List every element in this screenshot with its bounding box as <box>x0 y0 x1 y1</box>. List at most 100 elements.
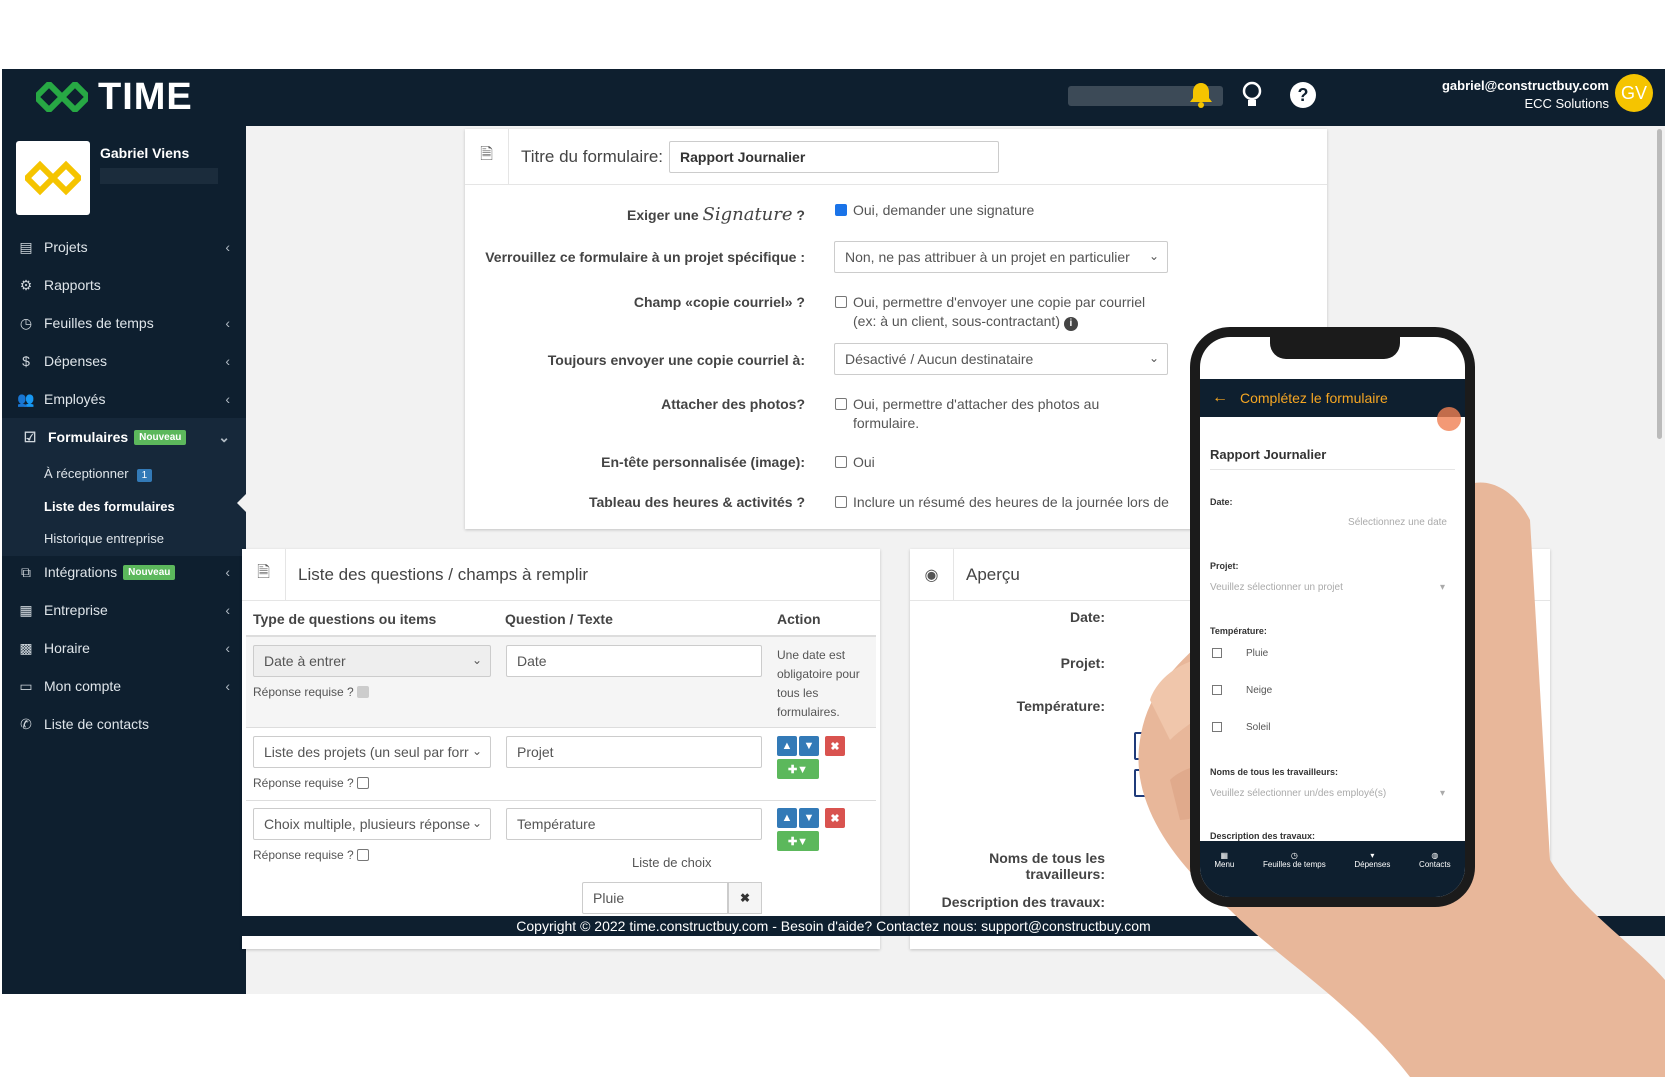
sidebar-item-rapports[interactable]: ⚙ Rapports <box>2 266 246 304</box>
phone-notch <box>1270 337 1400 359</box>
always-email-label: Toujours envoyer une copie courriel à: <box>547 352 805 368</box>
signature-option[interactable]: Oui, demander une signature <box>835 201 1034 220</box>
bell-icon[interactable] <box>1184 78 1218 112</box>
phone-nav-timesheets[interactable]: ◷ Feuilles de temps <box>1263 851 1326 869</box>
question-text-input[interactable]: Date <box>506 645 762 677</box>
photos-option[interactable]: Oui, permettre d'attacher des photos au f… <box>835 395 1099 433</box>
sidebar-item-feuilles-de-temps[interactable]: ◷ Feuilles de temps ‹ <box>2 304 246 342</box>
delete-button[interactable]: ✖ <box>825 736 845 756</box>
email-copy-checkbox[interactable] <box>835 296 847 309</box>
always-email-select[interactable]: Désactivé / Aucun destinataire ⌄ <box>834 343 1168 375</box>
chevron-down-icon: ⌄ <box>471 744 482 758</box>
phone-checkbox[interactable] <box>1212 685 1222 696</box>
info-icon[interactable]: i <box>1063 317 1078 331</box>
sidebar-item-integrations[interactable]: ⧉ Intégrations Nouveau ‹ <box>2 553 246 591</box>
required-label: Réponse requise ? <box>253 848 375 862</box>
user-email: gabriel@constructbuy.com <box>1441 78 1609 93</box>
move-down-button[interactable]: ▼ <box>799 808 819 828</box>
question-type-select[interactable]: Liste des projets (un seul par forr ⌄ <box>253 736 491 768</box>
phone-date-input[interactable]: Sélectionnez une date <box>1348 517 1447 528</box>
phone-nav-contacts[interactable]: ◍ Contacts <box>1419 851 1451 869</box>
sidebar-item-mon-compte[interactable]: ▭ Mon compte ‹ <box>2 667 246 705</box>
save-icon[interactable] <box>1437 407 1461 431</box>
phone-option-row[interactable]: Pluie <box>1212 648 1268 659</box>
phone-checkbox[interactable] <box>1212 648 1222 659</box>
sidebar-sub-a-receptionner[interactable]: À réceptionner 1 <box>44 466 153 482</box>
chevron-left-icon: ‹ <box>225 353 230 369</box>
sidebar-sub-historique-entreprise[interactable]: Historique entreprise <box>44 531 164 546</box>
phone-option-row[interactable]: Neige <box>1212 685 1272 696</box>
phone-header: ← Complétez le formulaire <box>1200 379 1465 417</box>
dollar-icon: $ <box>22 353 30 369</box>
phone-project-select[interactable]: Veuillez sélectionner un projet ▾ <box>1210 582 1445 593</box>
sidebar-item-projets[interactable]: ▤ Projets ‹ <box>2 228 246 266</box>
lightbulb-icon[interactable] <box>1235 78 1269 112</box>
phone-bottom-nav: ▦ Menu ◷ Feuilles de temps ▾ Dépenses ◍ Cont… <box>1200 841 1465 897</box>
signature-checkbox[interactable] <box>835 204 847 217</box>
email-copy-option[interactable]: Oui, permettre d'envoyer une copie par c… <box>835 293 1145 331</box>
caret-icon: ▾ <box>1439 788 1445 799</box>
move-down-button[interactable]: ▼ <box>799 736 819 756</box>
add-below-button[interactable]: ✚▼ <box>777 831 819 851</box>
avatar[interactable]: GV <box>1615 74 1653 112</box>
lock-project-label: Verrouillez ce formulaire à un projet sp… <box>485 249 805 265</box>
help-icon[interactable]: ? <box>1286 78 1320 112</box>
custom-header-option[interactable]: Oui <box>835 453 875 472</box>
phone-option-row[interactable]: Soleil <box>1212 722 1270 733</box>
required-checkbox[interactable] <box>357 776 370 789</box>
sidebar-item-formulaires[interactable]: ☑ Formulaires Nouveau ⌄ <box>2 418 246 456</box>
lock-project-select[interactable]: Non, ne pas attribuer à un projet en par… <box>834 241 1168 273</box>
chevron-left-icon: ‹ <box>225 640 230 656</box>
phone-checkbox[interactable] <box>1212 722 1222 733</box>
app-logo[interactable]: TIME <box>36 73 193 121</box>
required-checkbox[interactable] <box>357 685 370 698</box>
form-title-input[interactable]: Rapport Journalier <box>669 140 1000 173</box>
form-title-label: Titre du formulaire: <box>521 146 664 166</box>
contacts-icon: ◍ <box>1431 851 1439 860</box>
back-arrow-icon[interactable]: ← <box>1212 389 1228 407</box>
row-divider <box>246 727 876 728</box>
photos-checkbox[interactable] <box>835 398 847 411</box>
question-type-select[interactable]: Choix multiple, plusieurs réponse ⌄ <box>253 808 491 840</box>
profile-name: Gabriel Viens <box>100 145 190 161</box>
phone-temperature-label: Température: <box>1210 626 1267 636</box>
choice-input[interactable]: Pluie <box>582 882 728 914</box>
form-settings-header: 🗎 Titre du formulaire: Rapport Journalie… <box>465 129 1327 185</box>
phone-nav-expenses[interactable]: ▾ Dépenses <box>1354 851 1390 869</box>
question-text-input[interactable]: Température <box>506 808 762 840</box>
phone-description-label: Description des travaux: <box>1210 831 1316 841</box>
question-text-input[interactable]: Projet <box>506 736 762 768</box>
required-checkbox[interactable] <box>357 848 370 861</box>
question-type-select[interactable]: Date à entrer ⌄ <box>253 645 491 677</box>
delete-button[interactable]: ✖ <box>825 808 845 828</box>
preview-temperature-label: Température: <box>1016 698 1105 714</box>
phone-divider <box>1210 469 1455 470</box>
clock-icon: ◷ <box>1290 851 1298 860</box>
count-badge: 1 <box>136 469 153 482</box>
hours-table-checkbox[interactable] <box>835 496 847 509</box>
phone-mockup: ← Complétez le formulaire Rapport Journa… <box>1190 327 1475 907</box>
move-up-button[interactable]: ▲ <box>777 808 797 828</box>
sidebar-item-entreprise[interactable]: ▦ Entreprise ‹ <box>2 591 246 629</box>
phone-workers-select[interactable]: Veuillez sélectionner un/des employé(s) ▾ <box>1210 788 1445 799</box>
new-badge: Nouveau <box>123 564 176 580</box>
chevron-down-icon: ⌄ <box>1148 249 1159 263</box>
chevron-left-icon: ‹ <box>225 315 230 331</box>
chevron-down-icon: ⌄ <box>471 816 482 830</box>
remove-choice-button[interactable]: ✖ <box>728 882 762 914</box>
custom-header-checkbox[interactable] <box>835 456 847 469</box>
scrollbar[interactable] <box>1657 129 1662 439</box>
sidebar-item-liste-de-contacts[interactable]: ✆ Liste de contacts <box>2 705 246 743</box>
date-note: Une date est obligatoire pour tous les f… <box>777 648 860 719</box>
sidebar-item-depenses[interactable]: $ Dépenses ‹ <box>2 342 246 380</box>
add-below-button[interactable]: ✚▼ <box>777 759 819 779</box>
user-info[interactable]: gabriel@constructbuy.com ECC Solutions <box>1442 77 1609 113</box>
phone-nav-menu[interactable]: ▦ Menu <box>1214 851 1234 869</box>
phone-screen: ← Complétez le formulaire Rapport Journa… <box>1200 337 1465 897</box>
col-type-header: Type de questions ou items <box>253 611 437 627</box>
sidebar-item-employes[interactable]: 👥 Employés ‹ <box>2 380 246 418</box>
questions-title: Liste des questions / champs à remplir <box>298 564 589 584</box>
move-up-button[interactable]: ▲ <box>777 736 797 756</box>
sidebar-item-horaire[interactable]: ▩ Horaire ‹ <box>2 629 246 667</box>
sidebar-sub-liste-des-formulaires[interactable]: Liste des formulaires <box>44 499 175 514</box>
